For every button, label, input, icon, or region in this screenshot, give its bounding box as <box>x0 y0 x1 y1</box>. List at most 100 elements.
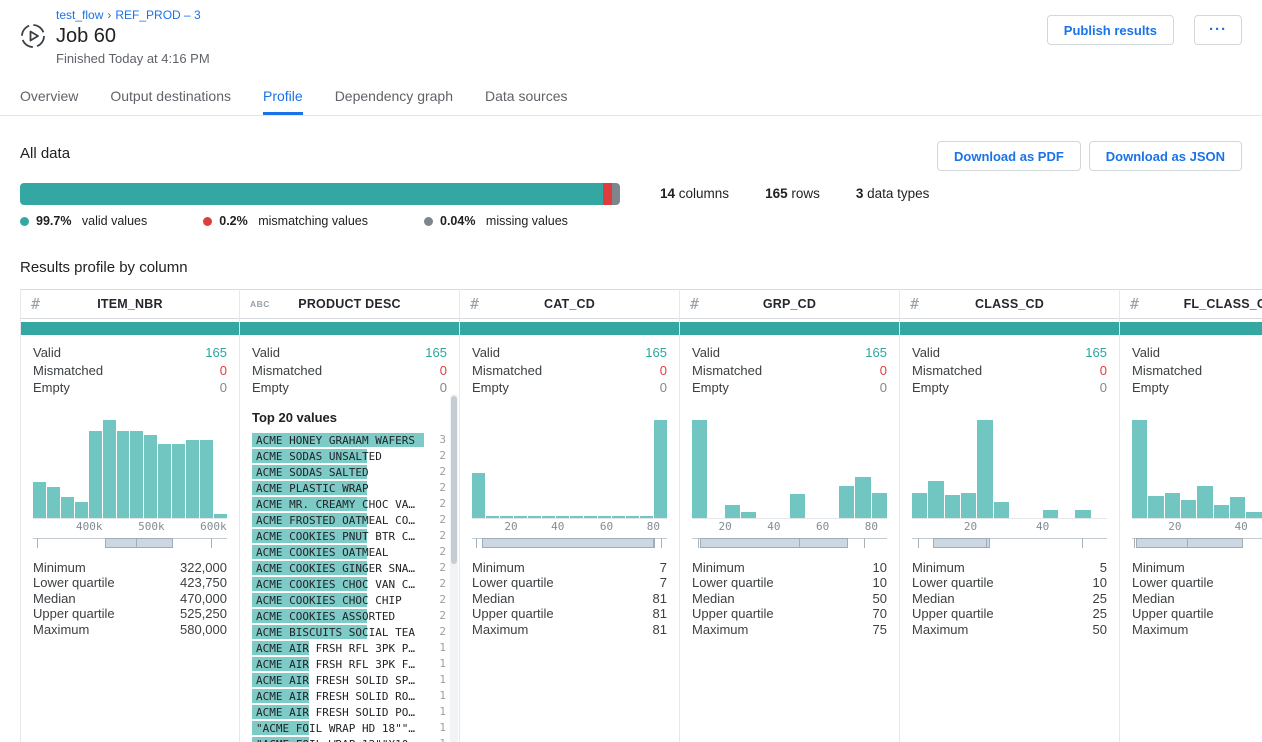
stat-label: Median <box>912 591 955 607</box>
stat-value: 81 <box>653 591 667 607</box>
histogram-bar <box>144 435 157 518</box>
boxplot-max-tick <box>1082 538 1083 548</box>
stat-label: Minimum <box>1132 560 1185 576</box>
value-row-count: 0 <box>880 379 887 397</box>
histogram-bars <box>1132 421 1262 519</box>
histogram-axis: 20406080 <box>692 520 887 535</box>
boxplot-strip <box>1132 538 1262 548</box>
column-header-item-nbr[interactable]: #ITEM_NBR <box>21 289 239 319</box>
histogram-bar <box>961 493 976 518</box>
job-status-icon <box>20 23 46 49</box>
axis-tick-label: 80 <box>647 520 660 533</box>
boxplot-box <box>482 538 656 548</box>
top-value-text: ACME PLASTIC WRAP <box>252 482 369 495</box>
histogram-bar <box>472 473 485 518</box>
column-stats: Minimum10Lower quartile10Median50Upper q… <box>692 560 887 638</box>
quality-segment-mismatching <box>603 183 612 205</box>
more-actions-button[interactable]: ··· <box>1194 15 1242 45</box>
legend-label: mismatching values <box>255 214 368 228</box>
histogram-axis: 2040 <box>912 520 1107 535</box>
column-name: FL_CLASS_CD <box>1184 297 1262 311</box>
stat-value: 7 <box>660 560 667 576</box>
top-value-text: ACME COOKIES ASSORTED <box>252 610 395 623</box>
stat-value: 10 <box>1093 575 1107 591</box>
stat-label: Median <box>472 591 515 607</box>
tab-overview[interactable]: Overview <box>20 79 78 115</box>
quality-segment-valid <box>20 183 603 205</box>
column-header-grp-cd[interactable]: # GRP_CD <box>680 289 899 319</box>
histogram-bar <box>1148 496 1163 518</box>
top-value-text: ACME BISCUITS SOCIAL TEA <box>252 626 415 639</box>
value-row-label: Empty <box>472 379 509 397</box>
column-header-product-desc[interactable]: ABCPRODUCT DESC <box>240 289 459 319</box>
summary-data-types: 3 data types <box>856 186 930 201</box>
boxplot-median <box>986 538 987 548</box>
breadcrumb-node-link[interactable]: REF_PROD – 3 <box>115 8 200 22</box>
top-value-text: ACME AIR FRESH SOLID PO… <box>252 706 415 719</box>
stat-value: 25 <box>1093 606 1107 622</box>
top-value-item: ACME COOKIES GINGER SNA…2 <box>252 560 447 576</box>
download-buttons: Download as PDF Download as JSON <box>937 141 1242 171</box>
stat-row-median: Median50 <box>692 591 887 607</box>
top-value-item: ACME COOKIES ASSORTED2 <box>252 608 447 624</box>
boxplot-strip <box>33 538 227 548</box>
histogram-axis: 400k500k600k <box>33 520 227 535</box>
publish-results-button[interactable]: Publish results <box>1047 15 1174 45</box>
histogram-bar <box>214 514 227 518</box>
tab-output-destinations[interactable]: Output destinations <box>110 79 231 115</box>
stat-value: 81 <box>653 606 667 622</box>
histogram-bar <box>1246 512 1261 518</box>
stat-row-upper-quartile: Upper quartile <box>1132 606 1262 622</box>
column-header-fl-class-cd[interactable]: #FL_CLASS_CD <box>1120 289 1262 319</box>
value-row-count: 0 <box>440 362 447 380</box>
top-value-text: ACME COOKIES CHOC VAN C… <box>252 578 415 591</box>
column-header-class-cd[interactable]: #CLASS_CD <box>900 289 1119 319</box>
histogram-bar <box>640 516 653 518</box>
column-header-cat-cd[interactable]: #CAT_CD <box>460 289 679 319</box>
stat-label: Minimum <box>472 560 525 576</box>
top-value-text: ACME COOKIES GINGER SNA… <box>252 562 415 575</box>
scrollbar-track[interactable] <box>450 394 458 742</box>
histogram-bar <box>158 444 171 518</box>
tab-dependency-graph[interactable]: Dependency graph <box>335 79 453 115</box>
top-value-item: ACME MR. CREAMY CHOC VA…2 <box>252 496 447 512</box>
histogram-bar <box>200 440 213 518</box>
top-value-item: ACME FROSTED OATMEAL CO…2 <box>252 512 447 528</box>
top-value-count: 1 <box>439 704 446 720</box>
top-actions: Publish results ··· <box>1047 15 1242 66</box>
download-button-download-as-pdf[interactable]: Download as PDF <box>937 141 1081 171</box>
stat-row-median: Median <box>1132 591 1262 607</box>
top-value-count: 2 <box>439 496 446 512</box>
histogram-bars <box>472 421 667 519</box>
histogram-bar <box>626 516 639 518</box>
tab-data-sources[interactable]: Data sources <box>485 79 567 115</box>
value-row-mismatched: Mismatched <box>1132 362 1262 380</box>
histogram-bar <box>1181 500 1196 518</box>
breadcrumb-flow-link[interactable]: test_flow <box>56 8 103 22</box>
column-name: GRP_CD <box>763 297 816 311</box>
stat-value: 322,000 <box>180 560 227 576</box>
value-row-label: Valid <box>33 344 61 362</box>
stat-value: 25 <box>1093 591 1107 607</box>
histogram-chart: 400k500k600k <box>33 421 227 548</box>
download-button-download-as-json[interactable]: Download as JSON <box>1089 141 1242 171</box>
value-row-empty: Empty0 <box>252 379 447 397</box>
histogram-bar <box>117 431 130 518</box>
value-row-empty: Empty0 <box>472 379 667 397</box>
legend-value: 0.04% <box>440 214 475 228</box>
value-row-empty: Empty0 <box>692 379 887 397</box>
value-row-empty: Empty <box>1132 379 1262 397</box>
top-value-text: ACME FROSTED OATMEAL CO… <box>252 514 415 527</box>
stat-label: Maximum <box>1132 622 1188 638</box>
top-value-count: 2 <box>439 448 446 464</box>
hash-type-icon: # <box>690 295 699 313</box>
scrollbar-thumb[interactable] <box>451 396 457 564</box>
stat-label: Upper quartile <box>472 606 554 622</box>
top-value-text: ACME SODAS UNSALTED <box>252 450 382 463</box>
histogram-bar <box>1165 493 1180 518</box>
value-row-mismatched: Mismatched0 <box>252 362 447 380</box>
stat-row-minimum: Minimum5 <box>912 560 1107 576</box>
top-value-text: ACME SODAS SALTED <box>252 466 369 479</box>
stat-row-upper-quartile: Upper quartile25 <box>912 606 1107 622</box>
tab-profile[interactable]: Profile <box>263 79 303 115</box>
